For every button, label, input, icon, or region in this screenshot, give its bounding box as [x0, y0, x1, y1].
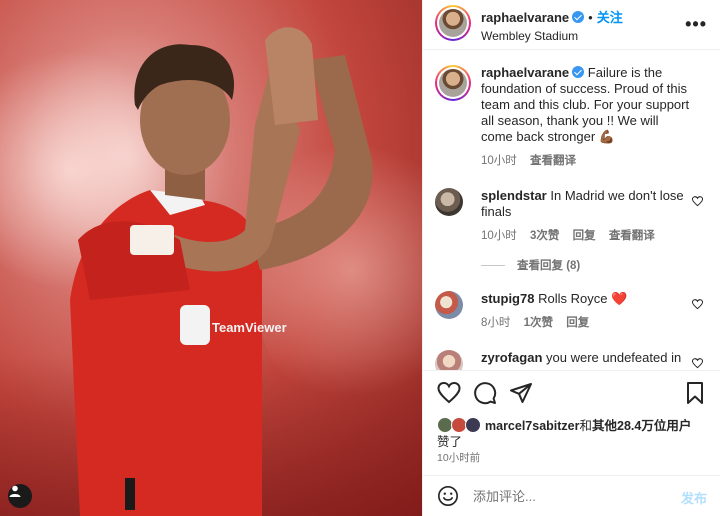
divider	[481, 265, 505, 267]
liker-avatars[interactable]	[437, 417, 483, 433]
author-username[interactable]: raphaelvarane	[481, 10, 569, 25]
comment-body: zyrofagan you were undefeated in	[481, 350, 691, 366]
tagged-users-button[interactable]	[8, 484, 32, 508]
verified-badge-icon	[572, 11, 585, 23]
comment-avatar[interactable]	[435, 188, 463, 216]
comment-text: you were undefeated in	[546, 350, 682, 365]
post-header: raphaelvarane • 关注 Wembley Stadium •••	[423, 0, 720, 50]
post-time[interactable]: 10小时前	[437, 450, 480, 465]
likes-connector: 和	[579, 419, 593, 433]
like-comment-heart-icon[interactable]	[692, 358, 703, 369]
comment-text: Rolls Royce ❤️	[538, 291, 628, 306]
likes-suffix: 赞了	[437, 435, 463, 449]
separator-dot: •	[588, 10, 593, 25]
comment-meta: 8小时 1次赞 回复	[481, 315, 691, 331]
caption-avatar[interactable]	[435, 65, 471, 101]
caption-body: raphaelvarane Failure is the foundation …	[481, 65, 691, 169]
comment-time[interactable]: 10小时	[481, 230, 517, 242]
reply-button[interactable]: 回复	[573, 230, 596, 242]
author-info: raphaelvarane • 关注 Wembley Stadium	[481, 7, 681, 43]
reply-button[interactable]: 回复	[566, 317, 589, 329]
other-likers-link[interactable]: 其他28.4万位用户	[592, 419, 691, 433]
view-replies-button[interactable]: 查看回复 (8)	[481, 257, 580, 273]
comment-likes[interactable]: 1次赞	[524, 317, 553, 329]
like-heart-icon[interactable]	[437, 381, 461, 405]
like-comment-heart-icon[interactable]	[692, 196, 703, 207]
caption-time[interactable]: 10小时	[481, 155, 517, 167]
add-comment-bar: 发布	[423, 475, 720, 516]
comment-username[interactable]: zyrofagan	[481, 350, 542, 365]
jersey-sponsor-text: TeamViewer	[212, 320, 287, 335]
comment-avatar[interactable]	[435, 291, 463, 319]
comment-likes[interactable]: 3次赞	[530, 230, 559, 242]
post-comment-button[interactable]: 发布	[681, 488, 707, 507]
action-icons	[437, 381, 707, 405]
comment-bubble-icon[interactable]	[473, 381, 497, 405]
follow-button[interactable]: 关注	[597, 10, 623, 25]
comment-translate-link[interactable]: 查看翻译	[609, 230, 655, 242]
view-replies-label: 查看回复 (8)	[517, 260, 581, 272]
caption-meta: 10小时 查看翻译	[481, 153, 691, 169]
comment-input[interactable]	[473, 486, 663, 506]
comment-body: stupig78 Rolls Royce ❤️ 8小时 1次赞 回复	[481, 291, 691, 331]
emoji-icon[interactable]	[437, 485, 459, 507]
caption-translate-link[interactable]: 查看翻译	[530, 155, 576, 167]
more-options-icon[interactable]: •••	[685, 14, 707, 35]
comments-section[interactable]: raphaelvarane Failure is the foundation …	[423, 51, 720, 370]
share-send-icon[interactable]	[509, 381, 533, 405]
verified-badge-icon	[572, 66, 585, 78]
post-photo[interactable]: TeamViewer	[0, 0, 422, 516]
liker-username[interactable]: marcel7sabitzer	[485, 419, 580, 433]
comment-username[interactable]: stupig78	[481, 291, 534, 306]
player-illustration: TeamViewer	[70, 27, 373, 516]
comment-meta: 10小时 3次赞 回复 查看翻译	[481, 228, 691, 244]
post-location[interactable]: Wembley Stadium	[481, 29, 681, 43]
comment-username[interactable]: splendstar	[481, 188, 547, 203]
like-comment-heart-icon[interactable]	[692, 299, 703, 310]
comment-body: splendstar In Madrid we don't lose final…	[481, 188, 691, 244]
post-panel: raphaelvarane • 关注 Wembley Stadium ••• rap…	[422, 0, 720, 516]
caption-username[interactable]: raphaelvarane	[481, 65, 569, 80]
comment-time[interactable]: 8小时	[481, 317, 510, 329]
comment-avatar[interactable]	[435, 350, 463, 370]
save-bookmark-icon[interactable]	[683, 381, 707, 405]
user-icon	[9, 485, 21, 497]
author-avatar[interactable]	[435, 5, 471, 41]
post-actions: marcel7sabitzer和其他28.4万位用户 赞了 10小时前	[423, 370, 720, 474]
likes-summary: marcel7sabitzer和其他28.4万位用户 赞了	[437, 417, 713, 450]
